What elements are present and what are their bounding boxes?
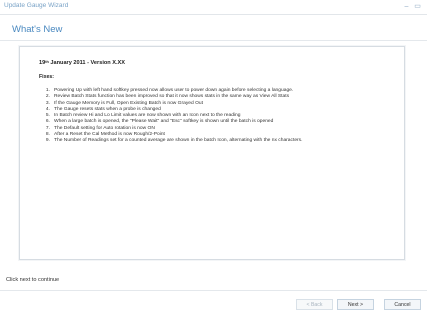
minimize-icon[interactable]: – [402,2,411,11]
fix-number: 9. [45,138,50,144]
window-title: Update Gauge Wizard [4,2,69,9]
fix-text: The Number of Readings set for a counted… [54,138,303,144]
maximize-icon[interactable]: ▭ [413,2,422,11]
back-button[interactable]: < Back [296,299,333,310]
footer-divider [0,290,427,291]
version-date-rest: January 2011 - Version X.XX [48,60,126,66]
instruction-text: Click next to continue [6,277,60,283]
next-button[interactable]: Next > [337,299,374,310]
title-bar: Update Gauge Wizard – ▭ [0,0,427,15]
fix-list: 1. Powering Up with left hand softkey pre… [40,88,390,145]
version-title: 19th January 2011 - Version X.XX [39,60,125,66]
page-heading: What's New [12,24,63,35]
cancel-button[interactable]: Cancel [384,299,421,310]
list-item: 9. The Number of Readings set for a count… [40,138,390,144]
heading-divider [0,40,427,41]
release-notes-panel[interactable]: 19th January 2011 - Version X.XX Fixes: … [19,46,405,260]
fixes-heading: Fixes: [39,74,54,80]
